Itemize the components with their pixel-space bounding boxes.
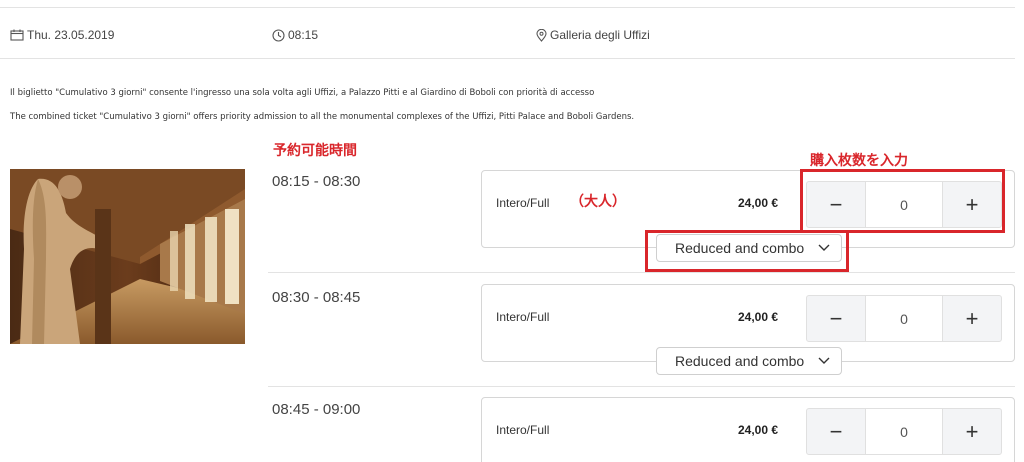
row-divider [268, 272, 1015, 273]
quantity-stepper: − 0 + [806, 408, 1002, 455]
clock-icon [272, 28, 285, 42]
ticket-price: 24,00 € [738, 310, 779, 324]
quantity-value[interactable]: 0 [866, 408, 942, 455]
ticket-card: Intero/Full 24,00 € − 0 + [481, 397, 1015, 462]
event-location-text: Galleria degli Uffizi [550, 28, 650, 42]
map-pin-icon [536, 28, 547, 42]
event-time: 08:15 [272, 28, 318, 42]
dropdown-label: Reduced and combo [675, 353, 805, 369]
event-date-text: Thu. 23.05.2019 [27, 28, 115, 42]
row-divider [268, 386, 1015, 387]
reduced-combo-dropdown[interactable]: Reduced and combo [656, 347, 842, 375]
highlight-dropdown-box [645, 230, 849, 272]
ticket-price: 24,00 € [738, 196, 779, 210]
slot-time: 08:45 - 09:00 [272, 401, 361, 418]
annotation-enter-quantity: 購入枚数を入力 [810, 153, 908, 169]
quantity-value[interactable]: 0 [866, 295, 942, 342]
ticket-price: 24,00 € [738, 423, 779, 437]
meta-divider [0, 58, 1015, 59]
highlight-quantity-box [800, 169, 1005, 233]
decrement-button[interactable]: − [806, 408, 866, 455]
annotation-available-slots: 予約可能時間 [273, 143, 357, 159]
slot-time: 08:15 - 08:30 [272, 173, 361, 190]
top-divider [0, 7, 1015, 8]
ticket-type-label: Intero/Full [496, 310, 550, 324]
slot-time: 08:30 - 08:45 [272, 289, 361, 306]
event-time-text: 08:15 [288, 28, 319, 42]
ticket-type-label: Intero/Full [496, 423, 550, 437]
ticket-type-label: Intero/Full [496, 196, 550, 210]
event-location: Galleria degli Uffizi [536, 28, 650, 42]
gallery-photo [10, 169, 245, 344]
description-english: The combined ticket "Cumulativo 3 giorni… [10, 112, 635, 122]
increment-button[interactable]: + [942, 295, 1002, 342]
chevron-down-icon [818, 357, 830, 365]
description-italian: Il biglietto "Cumulativo 3 giorni" conse… [10, 88, 595, 98]
decrement-button[interactable]: − [806, 295, 866, 342]
increment-button[interactable]: + [942, 408, 1002, 455]
event-date: Thu. 23.05.2019 [10, 28, 114, 42]
calendar-icon [10, 29, 24, 41]
annotation-adult: （大人） [570, 194, 626, 210]
quantity-stepper: − 0 + [806, 295, 1002, 342]
